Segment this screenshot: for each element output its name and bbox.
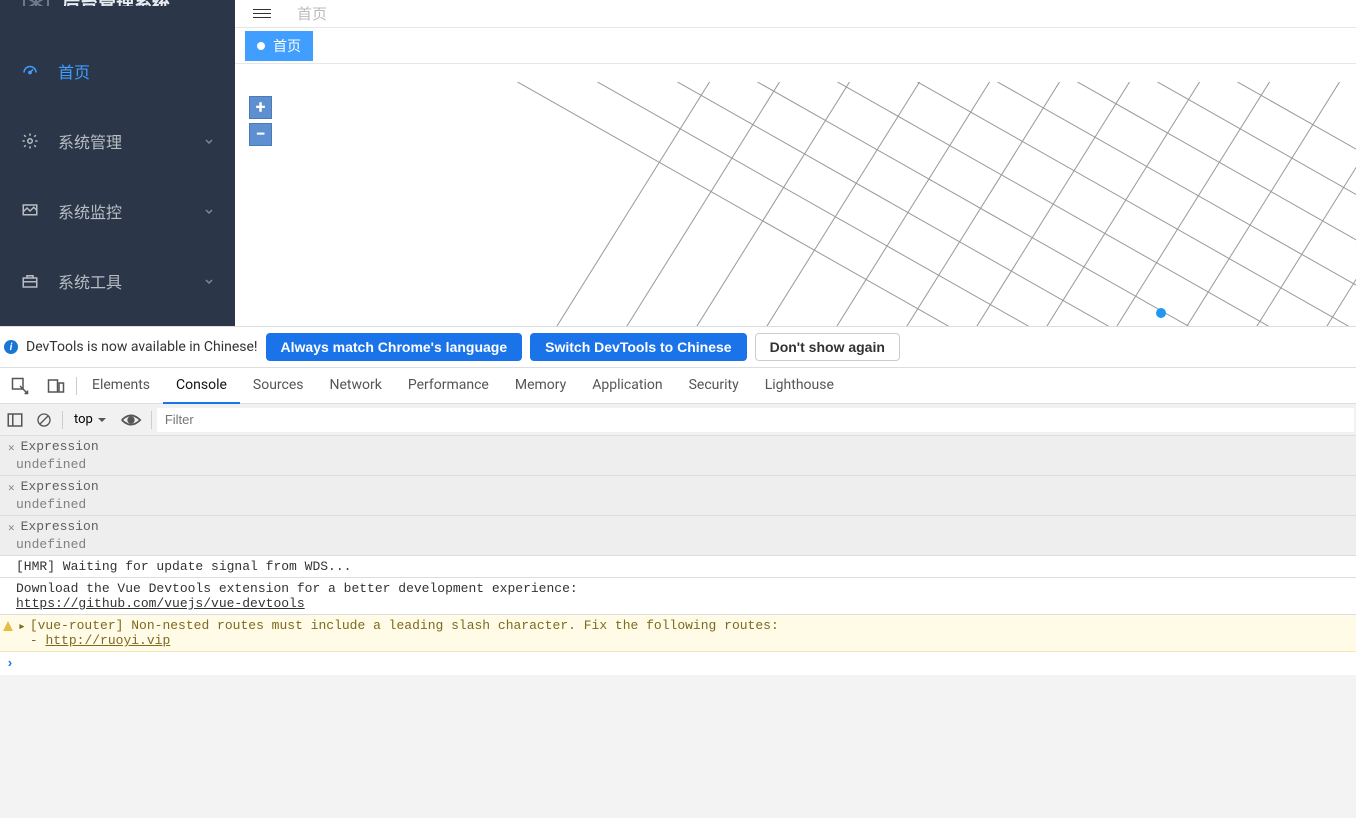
expression-label: Expression [21,439,99,455]
expand-arrow-icon[interactable]: ▸ [18,619,26,648]
live-expression-icon[interactable] [116,407,146,433]
warning-text: [vue-router] Non-nested routes must incl… [30,618,779,633]
sidebar-item-label: 系统监控 [58,199,122,223]
devtools-tab-network[interactable]: Network [317,368,395,404]
devtools-tab-performance[interactable]: Performance [395,368,502,404]
console-filter-input[interactable] [157,408,1354,432]
console-warning-entry: ▸ [vue-router] Non-nested routes must inc… [0,615,1356,652]
sidebar-item-label: 系统管理 [58,129,122,153]
clear-console-icon[interactable] [31,407,57,433]
breadcrumb: 首页 [297,3,327,24]
console-eager-entry: ✕ Expressionundefined [0,516,1356,556]
chevron-down-icon [203,202,215,221]
close-icon[interactable]: ✕ [8,521,15,535]
devtools-tab-application[interactable]: Application [579,368,675,404]
console-eager-entry: ✕ Expressionundefined [0,436,1356,476]
sidebar-item-label: 系统工具 [58,269,122,293]
map-streets-icon [247,82,1356,326]
inspect-element-icon[interactable] [6,372,34,400]
sidebar-item-dashboard[interactable]: 首页 [0,36,235,106]
sidebar-item-monitor[interactable]: 系统监控 [0,176,235,246]
chevron-down-icon [203,272,215,291]
divider [76,377,77,395]
devtools-tab-lighthouse[interactable]: Lighthouse [752,368,847,404]
devtools-tab-security[interactable]: Security [676,368,752,404]
console-prompt[interactable]: › [0,652,1356,675]
sidebar-item-label: 首页 [58,59,90,83]
context-label: top [74,412,93,427]
divider [62,411,63,429]
tab-label: 首页 [273,36,301,56]
toolbox-icon [20,271,40,291]
gear-icon [20,131,40,151]
divider [151,411,152,429]
toggle-sidebar-icon[interactable] [2,407,28,433]
context-selector[interactable]: top [68,410,113,429]
close-icon[interactable]: ✕ [8,441,15,455]
dont-show-again-button[interactable]: Don't show again [755,333,900,361]
tabs-bar: 首页 [235,28,1356,64]
console-log-entry: Download the Vue Devtools extension for … [0,578,1356,615]
zoom-controls: + − [249,96,272,150]
sidebar-title: 后台管理系统 [62,0,170,6]
dashboard-icon [20,61,40,81]
info-icon: i [4,340,18,354]
sidebar-item-gear[interactable]: 系统管理 [0,106,235,176]
expression-value: undefined [0,456,1356,473]
devtools-tab-sources[interactable]: Sources [240,368,317,404]
map-marker-icon [1156,308,1166,318]
sidebar: 后台管理系统 首页系统管理系统监控系统工具 [0,0,235,326]
main-header: 首页 [235,0,1356,28]
monitor-icon [20,201,40,221]
devtools-tab-console[interactable]: Console [163,368,240,404]
console-eager-entry: ✕ Expressionundefined [0,476,1356,516]
devtools-tab-memory[interactable]: Memory [502,368,579,404]
console-link[interactable]: https://github.com/vuejs/vue-devtools [16,596,305,611]
prompt-arrow-icon: › [6,656,14,671]
sidebar-item-toolbox[interactable]: 系统工具 [0,246,235,316]
expression-label: Expression [21,479,99,495]
chevron-down-icon [203,132,215,151]
close-icon[interactable]: ✕ [8,481,15,495]
tab-home[interactable]: 首页 [245,31,313,61]
expression-label: Expression [21,519,99,535]
console-link[interactable]: http://ruoyi.vip [45,633,170,648]
tab-active-dot-icon [257,42,265,50]
console-log: ✕Expressionundefined✕Expressionundefined… [0,436,1356,818]
chevron-down-icon [97,415,107,425]
always-match-language-button[interactable]: Always match Chrome's language [266,333,523,361]
zoom-out-button[interactable]: − [249,123,272,146]
zoom-in-button[interactable]: + [249,96,272,119]
expression-value: undefined [0,536,1356,553]
devtools-language-banner: i DevTools is now available in Chinese! … [0,326,1356,368]
warning-icon [2,620,14,648]
hamburger-icon[interactable] [253,5,271,23]
devtools-tabs: ElementsConsoleSourcesNetworkPerformance… [0,368,1356,404]
console-toolbar: top [0,404,1356,436]
logo-icon [20,0,52,6]
banner-text: DevTools is now available in Chinese! [26,339,258,355]
devtools-tab-elements[interactable]: Elements [79,368,163,404]
expression-value: undefined [0,496,1356,513]
switch-devtools-chinese-button[interactable]: Switch DevTools to Chinese [530,333,746,361]
map-view[interactable]: + − [247,82,1356,326]
console-log-entry: [HMR] Waiting for update signal from WDS… [0,556,1356,578]
device-toolbar-icon[interactable] [42,372,70,400]
